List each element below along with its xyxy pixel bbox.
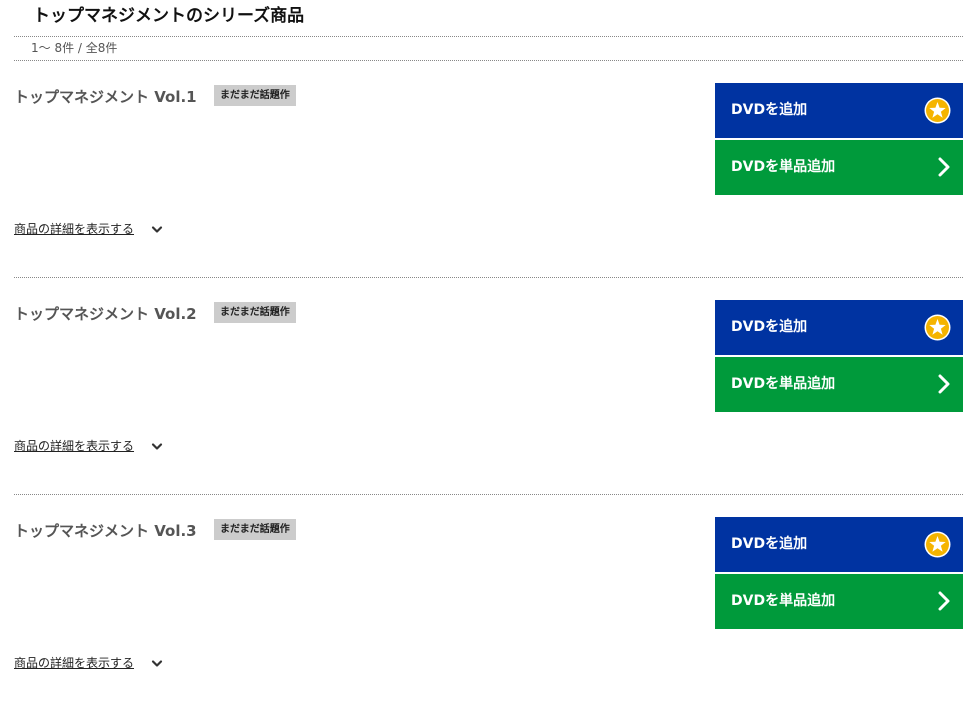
show-details-link[interactable]: 商品の詳細を表示する (14, 655, 134, 671)
add-single-dvd-label: DVDを単品追加 (731, 159, 836, 175)
add-dvd-button[interactable]: DVDを追加 (715, 300, 963, 355)
item-title[interactable]: トップマネジメント Vol.2 (14, 303, 197, 325)
series-item: トップマネジメント Vol.2 まだまだ話題作 DVDを追加 DVDを単品追加 … (0, 300, 973, 500)
header-divider (14, 36, 963, 37)
show-details-link[interactable]: 商品の詳細を表示する (14, 221, 134, 237)
item-divider (14, 494, 963, 495)
add-single-dvd-button[interactable]: DVDを単品追加 (715, 574, 963, 629)
add-dvd-label: DVDを追加 (731, 319, 808, 335)
item-title[interactable]: トップマネジメント Vol.1 (14, 86, 197, 108)
count-divider (14, 60, 963, 61)
add-single-dvd-button[interactable]: DVDを単品追加 (715, 357, 963, 412)
chevron-right-icon (938, 157, 950, 177)
add-dvd-label: DVDを追加 (731, 102, 808, 118)
chevron-right-icon (938, 591, 950, 611)
item-divider (14, 277, 963, 278)
star-icon (924, 314, 951, 341)
status-badge: まだまだ話題作 (214, 85, 296, 106)
series-item: トップマネジメント Vol.3 まだまだ話題作 DVDを追加 DVDを単品追加 … (0, 517, 973, 717)
chevron-right-icon (938, 374, 950, 394)
chevron-down-icon[interactable] (151, 225, 163, 235)
add-single-dvd-button[interactable]: DVDを単品追加 (715, 140, 963, 195)
result-count: 1～ 8件 / 全8件 (31, 41, 118, 55)
add-dvd-button[interactable]: DVDを追加 (715, 83, 963, 138)
star-icon (924, 531, 951, 558)
add-single-dvd-label: DVDを単品追加 (731, 593, 836, 609)
add-single-dvd-label: DVDを単品追加 (731, 376, 836, 392)
add-dvd-button[interactable]: DVDを追加 (715, 517, 963, 572)
series-item: トップマネジメント Vol.1 まだまだ話題作 DVDを追加 DVDを単品追加 … (0, 83, 973, 283)
item-title[interactable]: トップマネジメント Vol.3 (14, 520, 197, 542)
star-icon (924, 97, 951, 124)
chevron-down-icon[interactable] (151, 659, 163, 669)
page-title: トップマネジメントのシリーズ商品 (33, 6, 305, 26)
status-badge: まだまだ話題作 (214, 302, 296, 323)
show-details-link[interactable]: 商品の詳細を表示する (14, 438, 134, 454)
add-dvd-label: DVDを追加 (731, 536, 808, 552)
chevron-down-icon[interactable] (151, 442, 163, 452)
status-badge: まだまだ話題作 (214, 519, 296, 540)
